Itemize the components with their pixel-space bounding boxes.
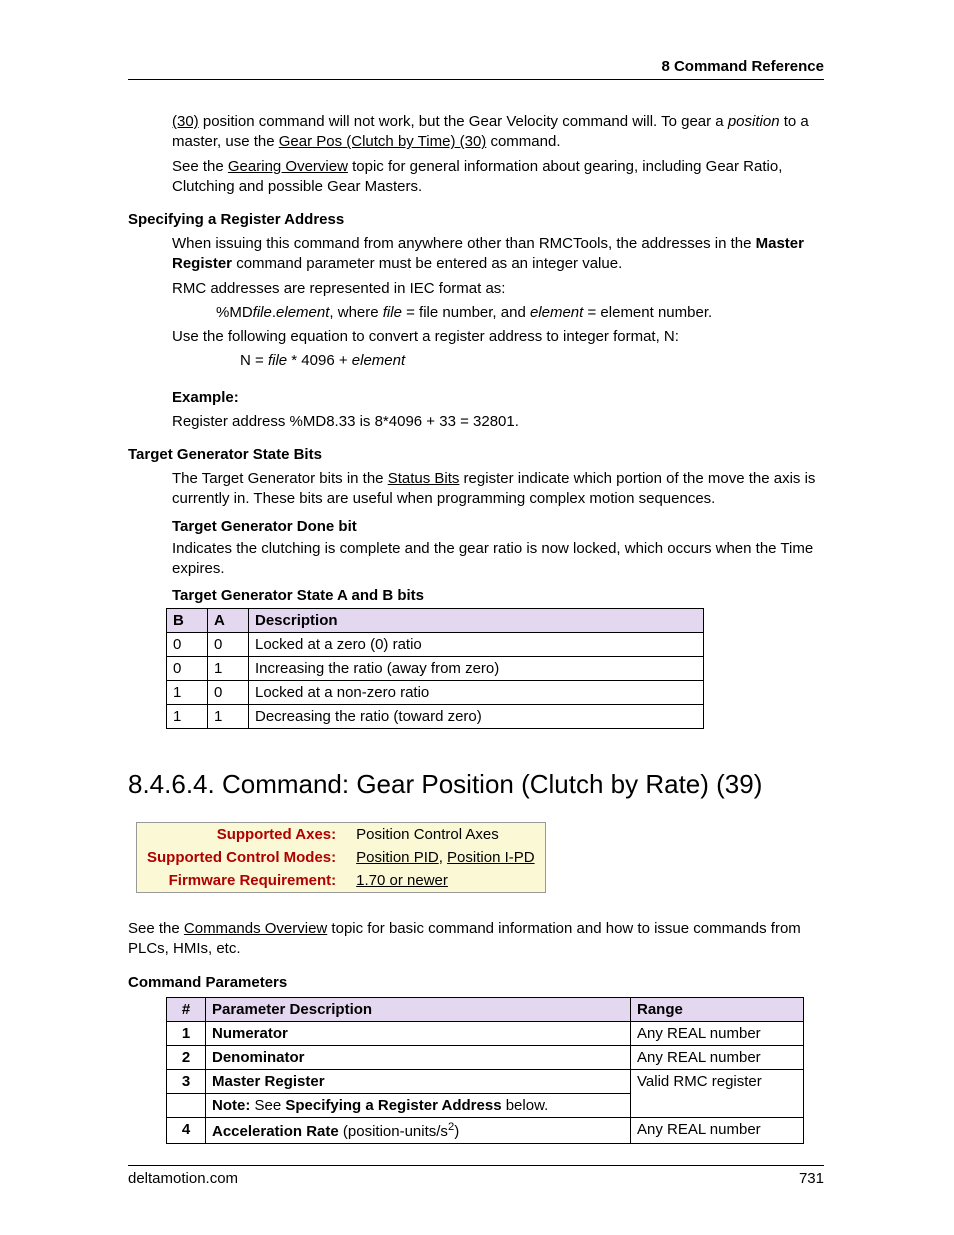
info-axes-label: Supported Axes: (137, 823, 347, 847)
intro-p1: (30) position command will not work, but… (172, 112, 824, 153)
info-axes-value: Position Control Axes (346, 823, 545, 847)
link-gearing-overview[interactable]: Gearing Overview (228, 158, 348, 175)
heading-tgs: Target Generator State Bits (128, 446, 824, 463)
example-label: Example: (172, 388, 824, 408)
link-gear-pos-clutch-time[interactable]: Gear Pos (Clutch by Time) (30) (279, 133, 487, 150)
link-status-bits[interactable]: Status Bits (388, 470, 460, 487)
page-footer: deltamotion.com 731 (128, 1165, 824, 1187)
table-row: 2 Denominator Any REAL number (167, 1045, 804, 1069)
col-num: # (167, 997, 206, 1021)
table-row: 3 Master Register Valid RMC register (167, 1069, 804, 1093)
table-row: 10Locked at a non-zero ratio (167, 681, 704, 705)
footer-page-number: 731 (799, 1170, 824, 1187)
command-params-table: # Parameter Description Range 1 Numerato… (166, 997, 804, 1144)
heading-command-params: Command Parameters (128, 974, 824, 991)
regaddr-p1: When issuing this command from anywhere … (172, 234, 824, 275)
running-header: 8 Command Reference (128, 58, 824, 80)
tg-done-body: Indicates the clutching is complete and … (172, 539, 824, 580)
regaddr-equation: N = file * 4096 + element (240, 351, 824, 371)
footer-site: deltamotion.com (128, 1170, 238, 1187)
regaddr-p2: RMC addresses are represented in IEC for… (172, 279, 824, 299)
info-modes-label: Supported Control Modes: (137, 846, 347, 869)
heading-tg-ab: Target Generator State A and B bits (172, 587, 824, 604)
link-position-pid[interactable]: Position PID (356, 849, 439, 866)
command-info-box: Supported Axes: Position Control Axes Su… (136, 822, 546, 893)
col-range: Range (631, 997, 804, 1021)
regaddr-format: %MDfile.element, where file = file numbe… (216, 303, 824, 323)
info-fw-label: Firmware Requirement: (137, 869, 347, 893)
command-heading: 8.4.6.4. Command: Gear Position (Clutch … (128, 769, 824, 800)
link-position-ipd[interactable]: Position I-PD (447, 849, 535, 866)
table-row: 1 Numerator Any REAL number (167, 1021, 804, 1045)
regaddr-p3: Use the following equation to convert a … (172, 327, 824, 347)
table-row: 11Decreasing the ratio (toward zero) (167, 705, 704, 729)
table-row: 01Increasing the ratio (away from zero) (167, 657, 704, 681)
link-firmware[interactable]: 1.70 or newer (356, 872, 448, 889)
col-b: B (167, 609, 208, 633)
heading-register-address: Specifying a Register Address (128, 211, 824, 228)
col-desc: Description (249, 609, 704, 633)
info-fw-value: 1.70 or newer (346, 869, 545, 893)
intro-p2: See the Gearing Overview topic for gener… (172, 157, 824, 198)
param-note: Note: See Specifying a Register Address … (206, 1093, 631, 1117)
info-modes-value: Position PID, Position I-PD (346, 846, 545, 869)
state-bits-table: B A Description 00Locked at a zero (0) r… (166, 608, 704, 729)
col-param-desc: Parameter Description (206, 997, 631, 1021)
heading-tg-done: Target Generator Done bit (172, 518, 824, 535)
col-a: A (208, 609, 249, 633)
table-row: 4 Acceleration Rate (position-units/s2) … (167, 1117, 804, 1143)
link-gear-30[interactable]: (30) (172, 113, 199, 130)
link-commands-overview[interactable]: Commands Overview (184, 920, 327, 937)
tgs-p1: The Target Generator bits in the Status … (172, 469, 824, 510)
commands-overview-p: See the Commands Overview topic for basi… (128, 919, 824, 960)
example-body: Register address %MD8.33 is 8*4096 + 33 … (172, 412, 824, 432)
table-row: 00Locked at a zero (0) ratio (167, 633, 704, 657)
